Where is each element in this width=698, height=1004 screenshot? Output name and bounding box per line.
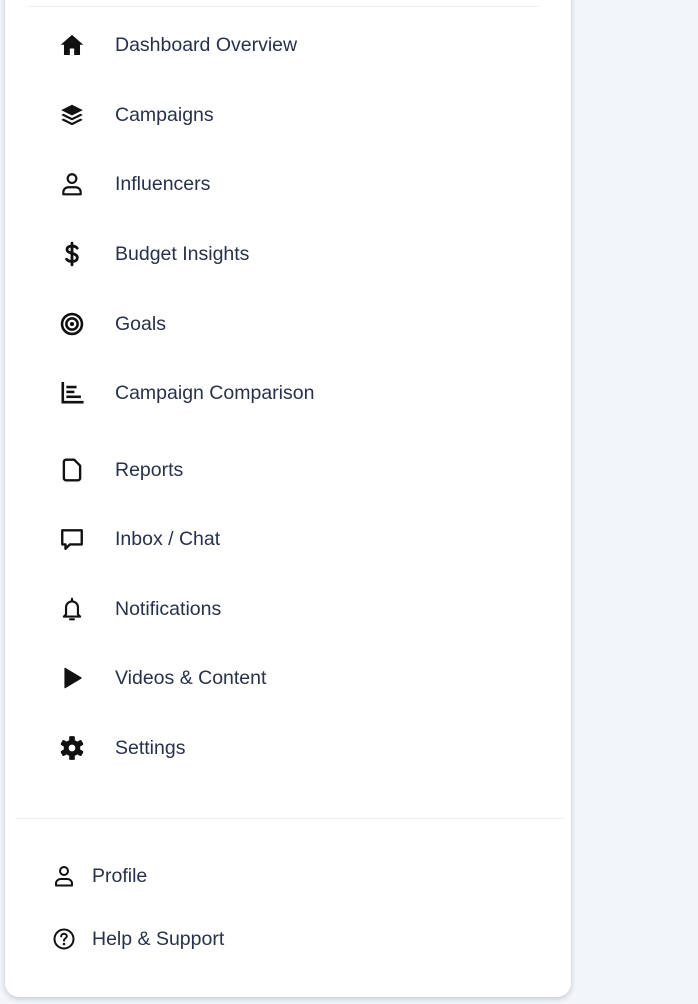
sidebar-item-label: Budget Insights — [115, 243, 250, 265]
sidebar-item-label: Dashboard Overview — [115, 34, 298, 56]
file-icon — [59, 457, 85, 483]
footer-divider — [15, 818, 563, 819]
user-icon — [59, 171, 85, 197]
sidebar: Dashboard Overview Campaigns Influencers — [5, 0, 571, 997]
bar-chart-icon — [59, 380, 85, 406]
chat-icon — [59, 526, 85, 552]
sidebar-item-label: Campaign Comparison — [115, 382, 315, 404]
sidebar-item-label: Influencers — [115, 173, 211, 195]
sidebar-item-label: Goals — [115, 313, 166, 335]
sidebar-item-label: Inbox / Chat — [115, 528, 221, 550]
target-icon — [59, 311, 85, 337]
sidebar-item-budget-insights[interactable]: Budget Insights — [5, 229, 545, 279]
footer-item-help-support[interactable]: Help & Support — [5, 915, 545, 963]
help-circle-icon — [52, 927, 76, 951]
sidebar-item-label: Campaigns — [115, 104, 214, 126]
sidebar-item-dashboard-overview[interactable]: Dashboard Overview — [5, 20, 545, 70]
footer-item-label: Help & Support — [92, 928, 225, 950]
play-icon — [59, 665, 85, 691]
dollar-icon — [59, 241, 85, 267]
sidebar-item-label: Videos & Content — [115, 667, 267, 689]
sidebar-item-label: Notifications — [115, 598, 222, 620]
sidebar-item-label: Reports — [115, 459, 184, 481]
gear-icon — [59, 735, 85, 761]
sidebar-item-videos-content[interactable]: Videos & Content — [5, 653, 545, 703]
sidebar-item-settings[interactable]: Settings — [5, 723, 545, 773]
sidebar-item-campaign-comparison[interactable]: Campaign Comparison — [5, 368, 545, 418]
sidebar-item-inbox-chat[interactable]: Inbox / Chat — [5, 514, 545, 564]
sidebar-item-notifications[interactable]: Notifications — [5, 584, 545, 634]
layers-icon — [59, 102, 85, 128]
top-divider — [27, 6, 539, 7]
sidebar-item-goals[interactable]: Goals — [5, 299, 545, 349]
sidebar-item-label: Settings — [115, 737, 186, 759]
sidebar-item-reports[interactable]: Reports — [5, 445, 545, 495]
home-icon — [59, 32, 85, 58]
footer-item-label: Profile — [92, 865, 148, 887]
bell-icon — [59, 596, 85, 622]
sidebar-item-influencers[interactable]: Influencers — [5, 159, 545, 209]
user-icon — [52, 864, 76, 888]
sidebar-item-campaigns[interactable]: Campaigns — [5, 90, 545, 140]
footer-item-profile[interactable]: Profile — [5, 852, 545, 900]
